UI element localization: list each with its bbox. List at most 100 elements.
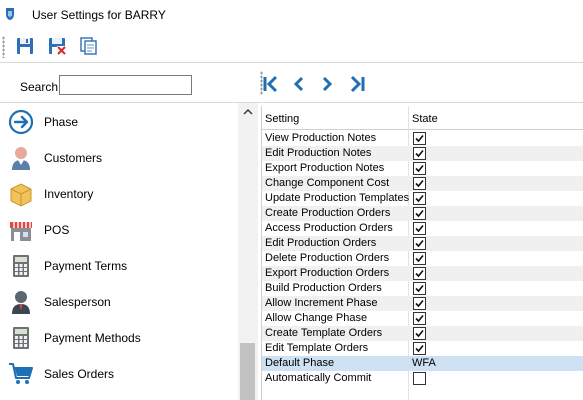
state-checkbox[interactable] [413,237,426,250]
setting-name: View Production Notes [265,132,377,144]
state-checkbox[interactable] [413,252,426,265]
sidebar-item-sales-orders[interactable]: Sales Orders [0,355,238,391]
table-row[interactable]: Edit Production Orders [262,236,583,251]
table-row[interactable]: Default Phase WFA [262,356,583,371]
state-checkbox[interactable] [413,372,426,385]
calculator-icon [13,255,29,277]
checkmark-icon [415,149,424,158]
checkmark-icon [415,164,424,173]
sidebar-item-payment-terms[interactable]: Payment Terms [0,247,238,283]
checkmark-icon [415,284,424,293]
next-record-button[interactable] [316,73,338,95]
store-icon [10,222,32,241]
sidebar-item-payment-methods[interactable]: Payment Methods [0,319,238,355]
state-checkbox[interactable] [413,342,426,355]
table-row[interactable]: Update Production Templates [262,191,583,206]
scroll-up-button[interactable] [238,103,258,121]
first-record-button[interactable] [260,73,282,95]
sidebar-list: Phase Customers Inventory POS Payment Te… [0,103,238,400]
column-header-state[interactable]: State [412,113,438,125]
state-checkbox[interactable] [413,327,426,340]
table-row[interactable]: Export Production Notes [262,161,583,176]
sidebar-item-inventory[interactable]: Inventory [0,175,238,211]
checkmark-icon [415,329,424,338]
table-row[interactable]: Edit Template Orders [262,341,583,356]
prev-record-button[interactable] [288,73,310,95]
state-checkbox[interactable] [413,297,426,310]
state-checkbox[interactable] [413,207,426,220]
state-checkbox[interactable] [413,267,426,280]
sidebar-item-customers[interactable]: Customers [0,139,238,175]
checkmark-icon [415,209,424,218]
state-checkbox[interactable] [413,147,426,160]
right-panel: Setting State View Production Notes Edit … [258,63,583,400]
left-panel: Search Phase Customers Inventory POS Pay… [0,63,258,400]
checkmark-icon [415,134,424,143]
setting-name: Export Production Orders [265,267,390,279]
column-header-setting[interactable]: Setting [265,113,299,125]
setting-value[interactable]: WFA [412,357,436,369]
setting-name: Automatically Commit [265,372,372,384]
search-input[interactable] [59,75,192,95]
table-row[interactable]: Build Production Orders [262,281,583,296]
delete-save-button[interactable] [45,34,69,58]
sidebar-item-pos[interactable]: POS [0,211,238,247]
sidebar-item-label: Sales Orders [44,367,115,381]
table-row[interactable]: Export Production Orders [262,266,583,281]
state-checkbox[interactable] [413,132,426,145]
state-checkbox[interactable] [413,222,426,235]
sidebar-item-label: Salesperson [44,295,111,309]
setting-name: Edit Template Orders [265,342,369,354]
settings-grid: Setting State View Production Notes Edit … [261,106,583,400]
table-row[interactable]: Change Component Cost [262,176,583,191]
salesperson-icon [12,291,30,314]
toolbar [0,30,583,63]
state-checkbox[interactable] [413,162,426,175]
sidebar-item-label: POS [44,223,70,237]
sidebar-scrollbar[interactable] [238,103,258,400]
table-row[interactable]: Allow Increment Phase [262,296,583,311]
prev-icon [293,76,304,92]
last-record-button[interactable] [346,73,368,95]
setting-name: Change Component Cost [265,177,390,189]
sidebar-item-label: Phase [44,115,79,129]
toolbar-grip[interactable] [2,36,5,58]
state-checkbox[interactable] [413,177,426,190]
state-checkbox[interactable] [413,312,426,325]
table-row[interactable]: Create Production Orders [262,206,583,221]
setting-name: Allow Increment Phase [265,297,378,309]
customer-icon [12,147,30,170]
checkmark-icon [415,314,424,323]
sidebar-item-label: Customers [44,151,103,165]
table-row[interactable]: Edit Production Notes [262,146,583,161]
app-icon [6,8,14,20]
scroll-thumb[interactable] [240,343,255,400]
save-button[interactable] [13,34,37,58]
cart-icon [9,363,33,384]
table-row[interactable]: Automatically Commit [262,371,583,386]
state-checkbox[interactable] [413,192,426,205]
calculator-icon [13,327,29,349]
window-title: User Settings for BARRY [32,8,166,22]
record-navigation [258,63,583,103]
table-row[interactable]: View Production Notes [262,131,583,146]
next-icon [322,76,333,92]
table-row[interactable]: Create Template Orders [262,326,583,341]
state-checkbox[interactable] [413,282,426,295]
table-row[interactable]: Access Production Orders [262,221,583,236]
setting-name: Create Production Orders [265,207,391,219]
table-row[interactable]: Delete Production Orders [262,251,583,266]
checkmark-icon [415,299,424,308]
search-label: Search [20,80,59,94]
setting-name: Access Production Orders [265,222,393,234]
sidebar-item-salesperson[interactable]: Salesperson [0,283,238,319]
setting-name: Build Production Orders [265,282,382,294]
sidebar-item-label: Inventory [44,187,94,201]
setting-name: Default Phase [265,357,335,369]
copy-icon [80,37,97,55]
sidebar-item-label: Payment Methods [44,331,141,345]
copy-button[interactable] [76,34,100,58]
sidebar-item-phase[interactable]: Phase [0,103,238,139]
checkmark-icon [415,239,424,248]
table-row[interactable]: Allow Change Phase [262,311,583,326]
